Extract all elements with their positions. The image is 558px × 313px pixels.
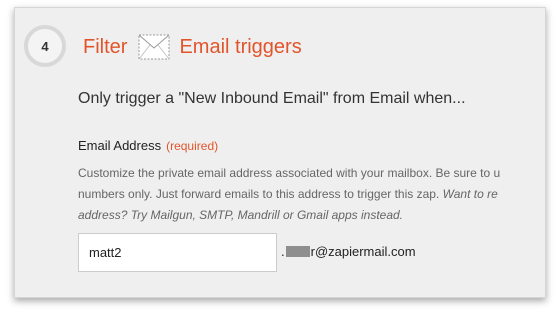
suffix-domain: r@zapiermail.com — [310, 244, 416, 259]
step-header: Filter Email triggers — [83, 32, 302, 62]
help-line-3: address? Try Mailgun, SMTP, Mandrill or … — [78, 205, 545, 226]
email-address-label-text: Email Address — [78, 138, 162, 153]
help-line-1: Customize the private email address asso… — [78, 166, 501, 180]
email-address-help: Customize the private email address asso… — [78, 163, 545, 226]
filter-label: Filter — [83, 35, 128, 58]
step-number-badge: 4 — [24, 25, 66, 67]
trigger-description: Only trigger a "New Inbound Email" from … — [78, 90, 466, 107]
help-line-3-italic: address? Try Mailgun, SMTP, Mandrill or … — [78, 208, 404, 222]
filter-step-panel: 4 Filter Email triggers Only trigger a "… — [14, 7, 546, 298]
required-indicator: (required) — [166, 139, 219, 153]
envelope-icon — [138, 34, 170, 60]
help-line-2-italic: Want to re — [442, 187, 498, 201]
help-line-2-text: numbers only. Just forward emails to thi… — [78, 187, 443, 201]
suffix-dot: . — [281, 244, 285, 259]
email-address-input[interactable] — [78, 233, 277, 272]
email-domain-suffix: . r@zapiermail.com — [281, 244, 416, 259]
step-number: 4 — [41, 38, 49, 54]
email-address-label: Email Address (required) — [78, 138, 218, 153]
redacted-text — [285, 246, 310, 257]
step-title: Email triggers — [179, 35, 302, 58]
help-line-2: numbers only. Just forward emails to thi… — [78, 184, 545, 205]
